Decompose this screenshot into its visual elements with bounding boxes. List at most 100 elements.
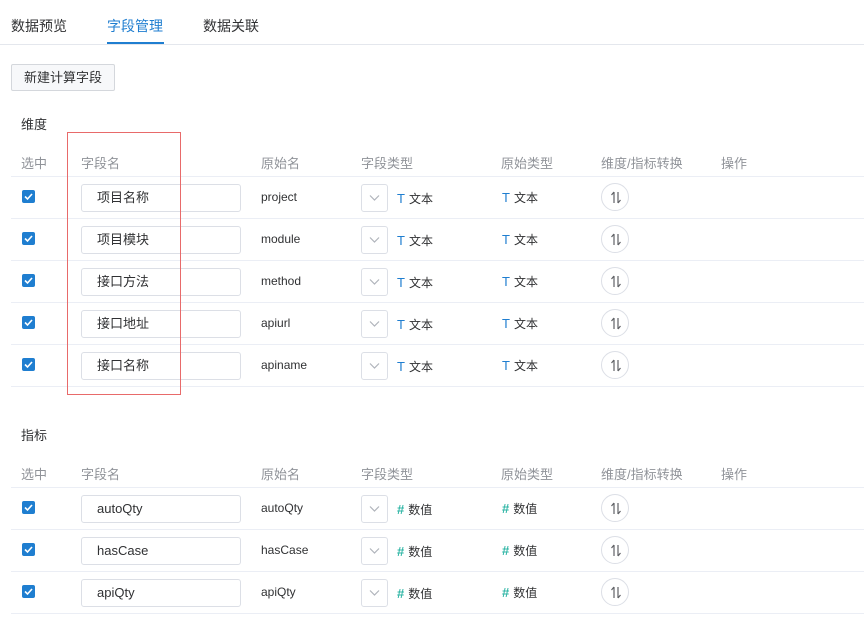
original-type-label: 文本 <box>513 275 538 289</box>
field-name-input[interactable]: 接口方法 <box>81 268 241 296</box>
table-row: 接口地址 apiurl T 文本 T 文本 <box>11 303 864 345</box>
field-type-label: 数值 <box>408 587 433 601</box>
original-name: hasCase <box>261 543 309 557</box>
chevron-down-icon <box>369 506 380 512</box>
row-select-checkbox[interactable] <box>22 232 35 245</box>
col-dim-metric-convert: 维度/指标转换 <box>601 467 683 482</box>
chevron-down-icon <box>369 195 380 201</box>
field-type-select[interactable] <box>361 184 388 212</box>
text-type-icon: T <box>397 359 405 374</box>
dimension-metric-convert-button[interactable] <box>601 225 629 253</box>
field-name-input[interactable]: hasCase <box>81 537 241 565</box>
field-name-input[interactable]: 项目模块 <box>81 226 241 254</box>
original-type-value: # 数值 <box>502 542 537 559</box>
row-select-checkbox[interactable] <box>22 585 35 598</box>
row-select-checkbox[interactable] <box>22 358 35 371</box>
field-name-input[interactable]: 接口地址 <box>81 310 241 338</box>
dimension-metric-convert-button[interactable] <box>601 536 629 564</box>
field-type-select[interactable] <box>361 537 388 565</box>
field-type-label: 文本 <box>408 192 433 206</box>
original-type-label: 文本 <box>513 317 538 331</box>
chevron-down-icon <box>369 363 380 369</box>
original-name: project <box>261 190 298 204</box>
tab-data-association[interactable]: 数据关联 <box>203 16 259 36</box>
dimension-metric-convert-button[interactable] <box>601 351 629 379</box>
chevron-down-icon <box>369 279 380 285</box>
dimensions-table-header: 选中 字段名 原始名 字段类型 原始类型 维度/指标转换 操作 <box>11 141 864 177</box>
field-type-label: 数值 <box>408 545 433 559</box>
text-type-icon: T <box>502 316 510 331</box>
original-type-value: T 文本 <box>502 273 538 290</box>
chevron-down-icon <box>369 237 380 243</box>
table-row: apiQty apiQty # 数值 # 数值 <box>11 572 864 614</box>
dimension-metric-convert-button[interactable] <box>601 578 629 606</box>
new-calculated-field-button[interactable]: 新建计算字段 <box>11 64 115 91</box>
row-select-checkbox[interactable] <box>22 501 35 514</box>
col-field-name: 字段名 <box>81 467 121 482</box>
field-type-label: 文本 <box>408 234 433 248</box>
row-select-checkbox[interactable] <box>22 316 35 329</box>
row-select-checkbox[interactable] <box>22 543 35 556</box>
field-type-select[interactable] <box>361 310 388 338</box>
field-name-input[interactable]: 项目名称 <box>81 184 241 212</box>
original-type-label: 数值 <box>513 586 538 600</box>
original-type-label: 数值 <box>513 544 538 558</box>
text-type-icon: T <box>502 358 510 373</box>
col-field-type: 字段类型 <box>361 156 414 171</box>
row-select-checkbox[interactable] <box>22 274 35 287</box>
swap-arrows-icon <box>611 233 621 246</box>
original-type-value: # 数值 <box>502 584 537 601</box>
dimension-metric-convert-button[interactable] <box>601 494 629 522</box>
original-type-value: T 文本 <box>502 231 538 248</box>
tab-field-management[interactable]: 字段管理 <box>107 16 163 36</box>
original-name: method <box>261 274 302 288</box>
row-select-checkbox[interactable] <box>22 190 35 203</box>
col-field-type: 字段类型 <box>361 467 414 482</box>
col-original-name: 原始名 <box>261 156 301 171</box>
table-row: hasCase hasCase # 数值 # 数值 <box>11 530 864 572</box>
chevron-down-icon <box>369 321 380 327</box>
original-name: apiname <box>261 358 308 372</box>
field-type-select[interactable] <box>361 268 388 296</box>
field-type-value: # 数值 <box>397 585 432 602</box>
field-type-value: T 文本 <box>397 232 433 249</box>
field-type-select[interactable] <box>361 226 388 254</box>
field-type-value: T 文本 <box>397 358 433 375</box>
field-name-input[interactable]: 接口名称 <box>81 352 241 380</box>
col-action: 操作 <box>721 467 748 482</box>
field-type-value: T 文本 <box>397 274 433 291</box>
tab-data-preview[interactable]: 数据预览 <box>11 16 67 36</box>
field-type-value: T 文本 <box>397 316 433 333</box>
metrics-section-title: 指标 <box>21 428 48 443</box>
text-type-icon: T <box>397 233 405 248</box>
original-type-label: 文本 <box>513 191 538 205</box>
text-type-icon: T <box>502 190 510 205</box>
field-type-select[interactable] <box>361 352 388 380</box>
field-type-select[interactable] <box>361 579 388 607</box>
field-type-label: 文本 <box>408 276 433 290</box>
original-name: autoQty <box>261 501 304 515</box>
metrics-table-header: 选中 字段名 原始名 字段类型 原始类型 维度/指标转换 操作 <box>11 452 864 488</box>
text-type-icon: T <box>397 275 405 290</box>
active-tab-indicator <box>107 42 164 44</box>
swap-arrows-icon <box>611 586 621 599</box>
field-type-select[interactable] <box>361 495 388 523</box>
dimension-metric-convert-button[interactable] <box>601 267 629 295</box>
field-type-value: # 数值 <box>397 501 432 518</box>
original-name: module <box>261 232 301 246</box>
field-name-input[interactable]: apiQty <box>81 579 241 607</box>
dimension-metric-convert-button[interactable] <box>601 183 629 211</box>
col-original-type: 原始类型 <box>501 467 554 482</box>
number-type-icon: # <box>397 586 405 601</box>
text-type-icon: T <box>397 191 405 206</box>
swap-arrows-icon <box>611 359 621 372</box>
table-row: 接口名称 apiname T 文本 T 文本 <box>11 345 864 387</box>
text-type-icon: T <box>502 232 510 247</box>
original-name: apiurl <box>261 316 291 330</box>
field-name-input[interactable]: autoQty <box>81 495 241 523</box>
field-type-value: # 数值 <box>397 543 432 560</box>
swap-arrows-icon <box>611 544 621 557</box>
chevron-down-icon <box>369 590 380 596</box>
dimension-metric-convert-button[interactable] <box>601 309 629 337</box>
table-row: 项目名称 project T 文本 T 文本 <box>11 177 864 219</box>
